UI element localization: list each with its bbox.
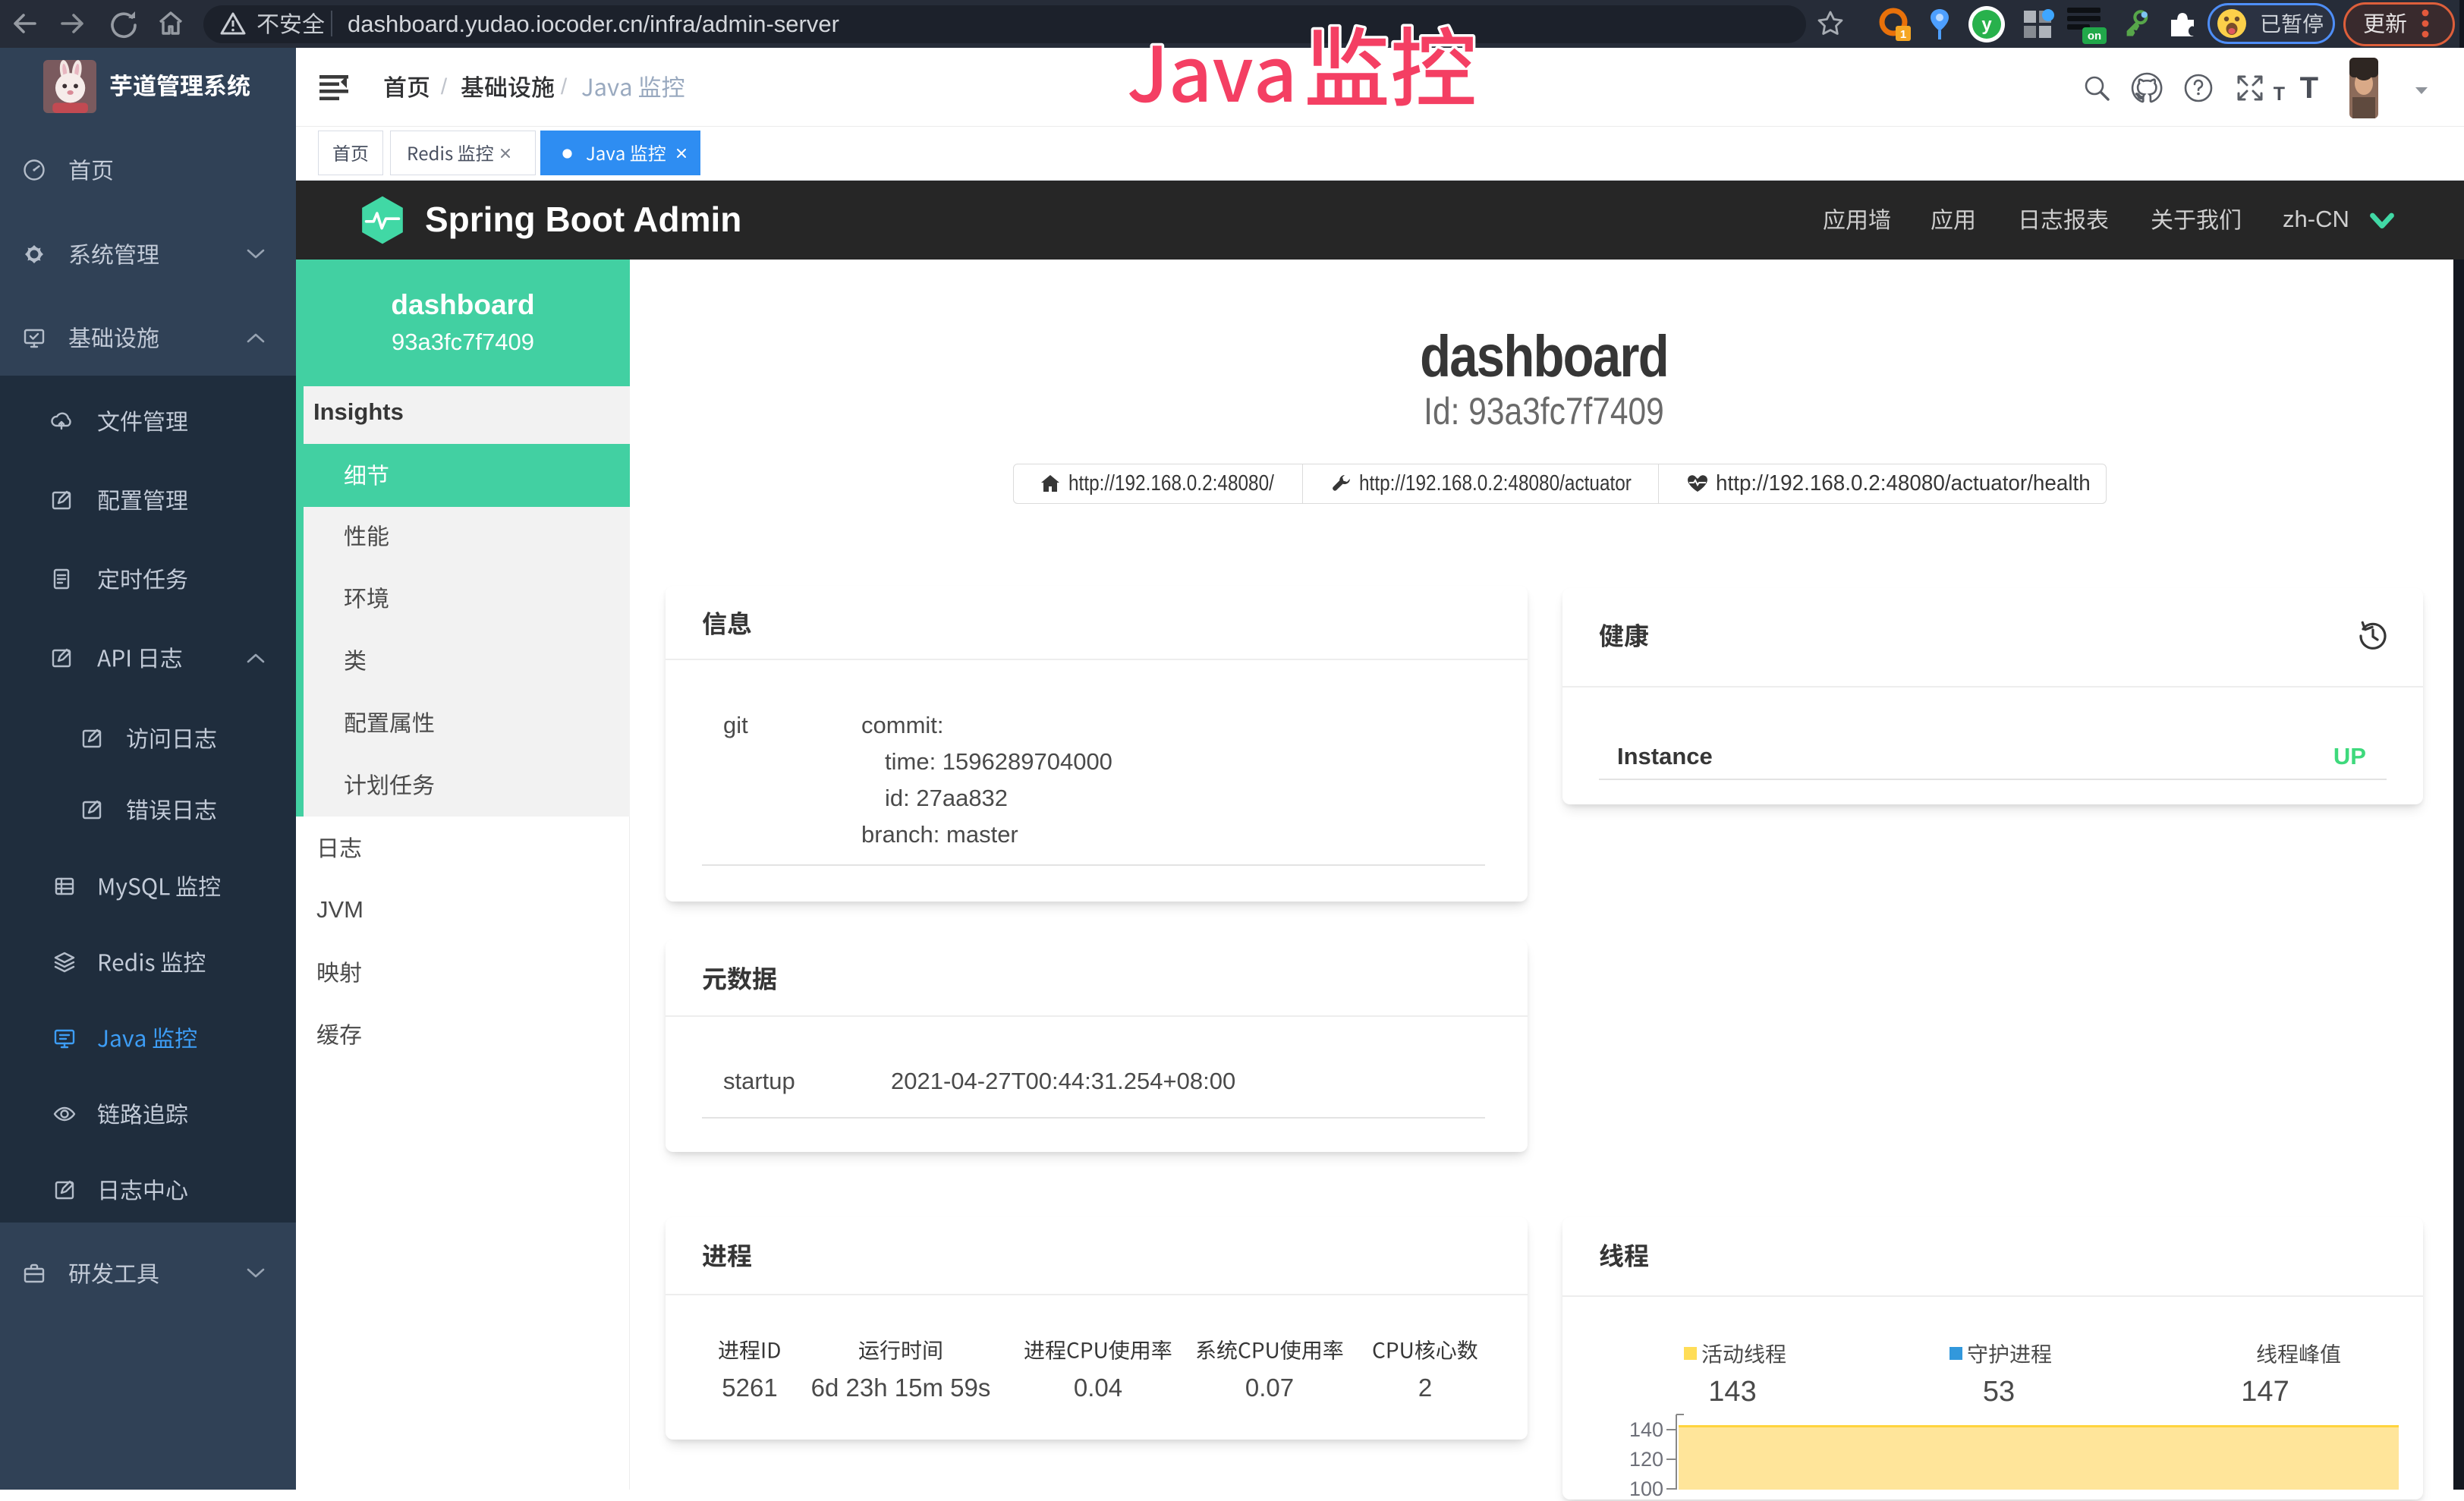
svg-text:y: y <box>1981 14 1992 35</box>
svg-text:on: on <box>2088 30 2101 42</box>
svg-text:1: 1 <box>1900 28 1906 41</box>
